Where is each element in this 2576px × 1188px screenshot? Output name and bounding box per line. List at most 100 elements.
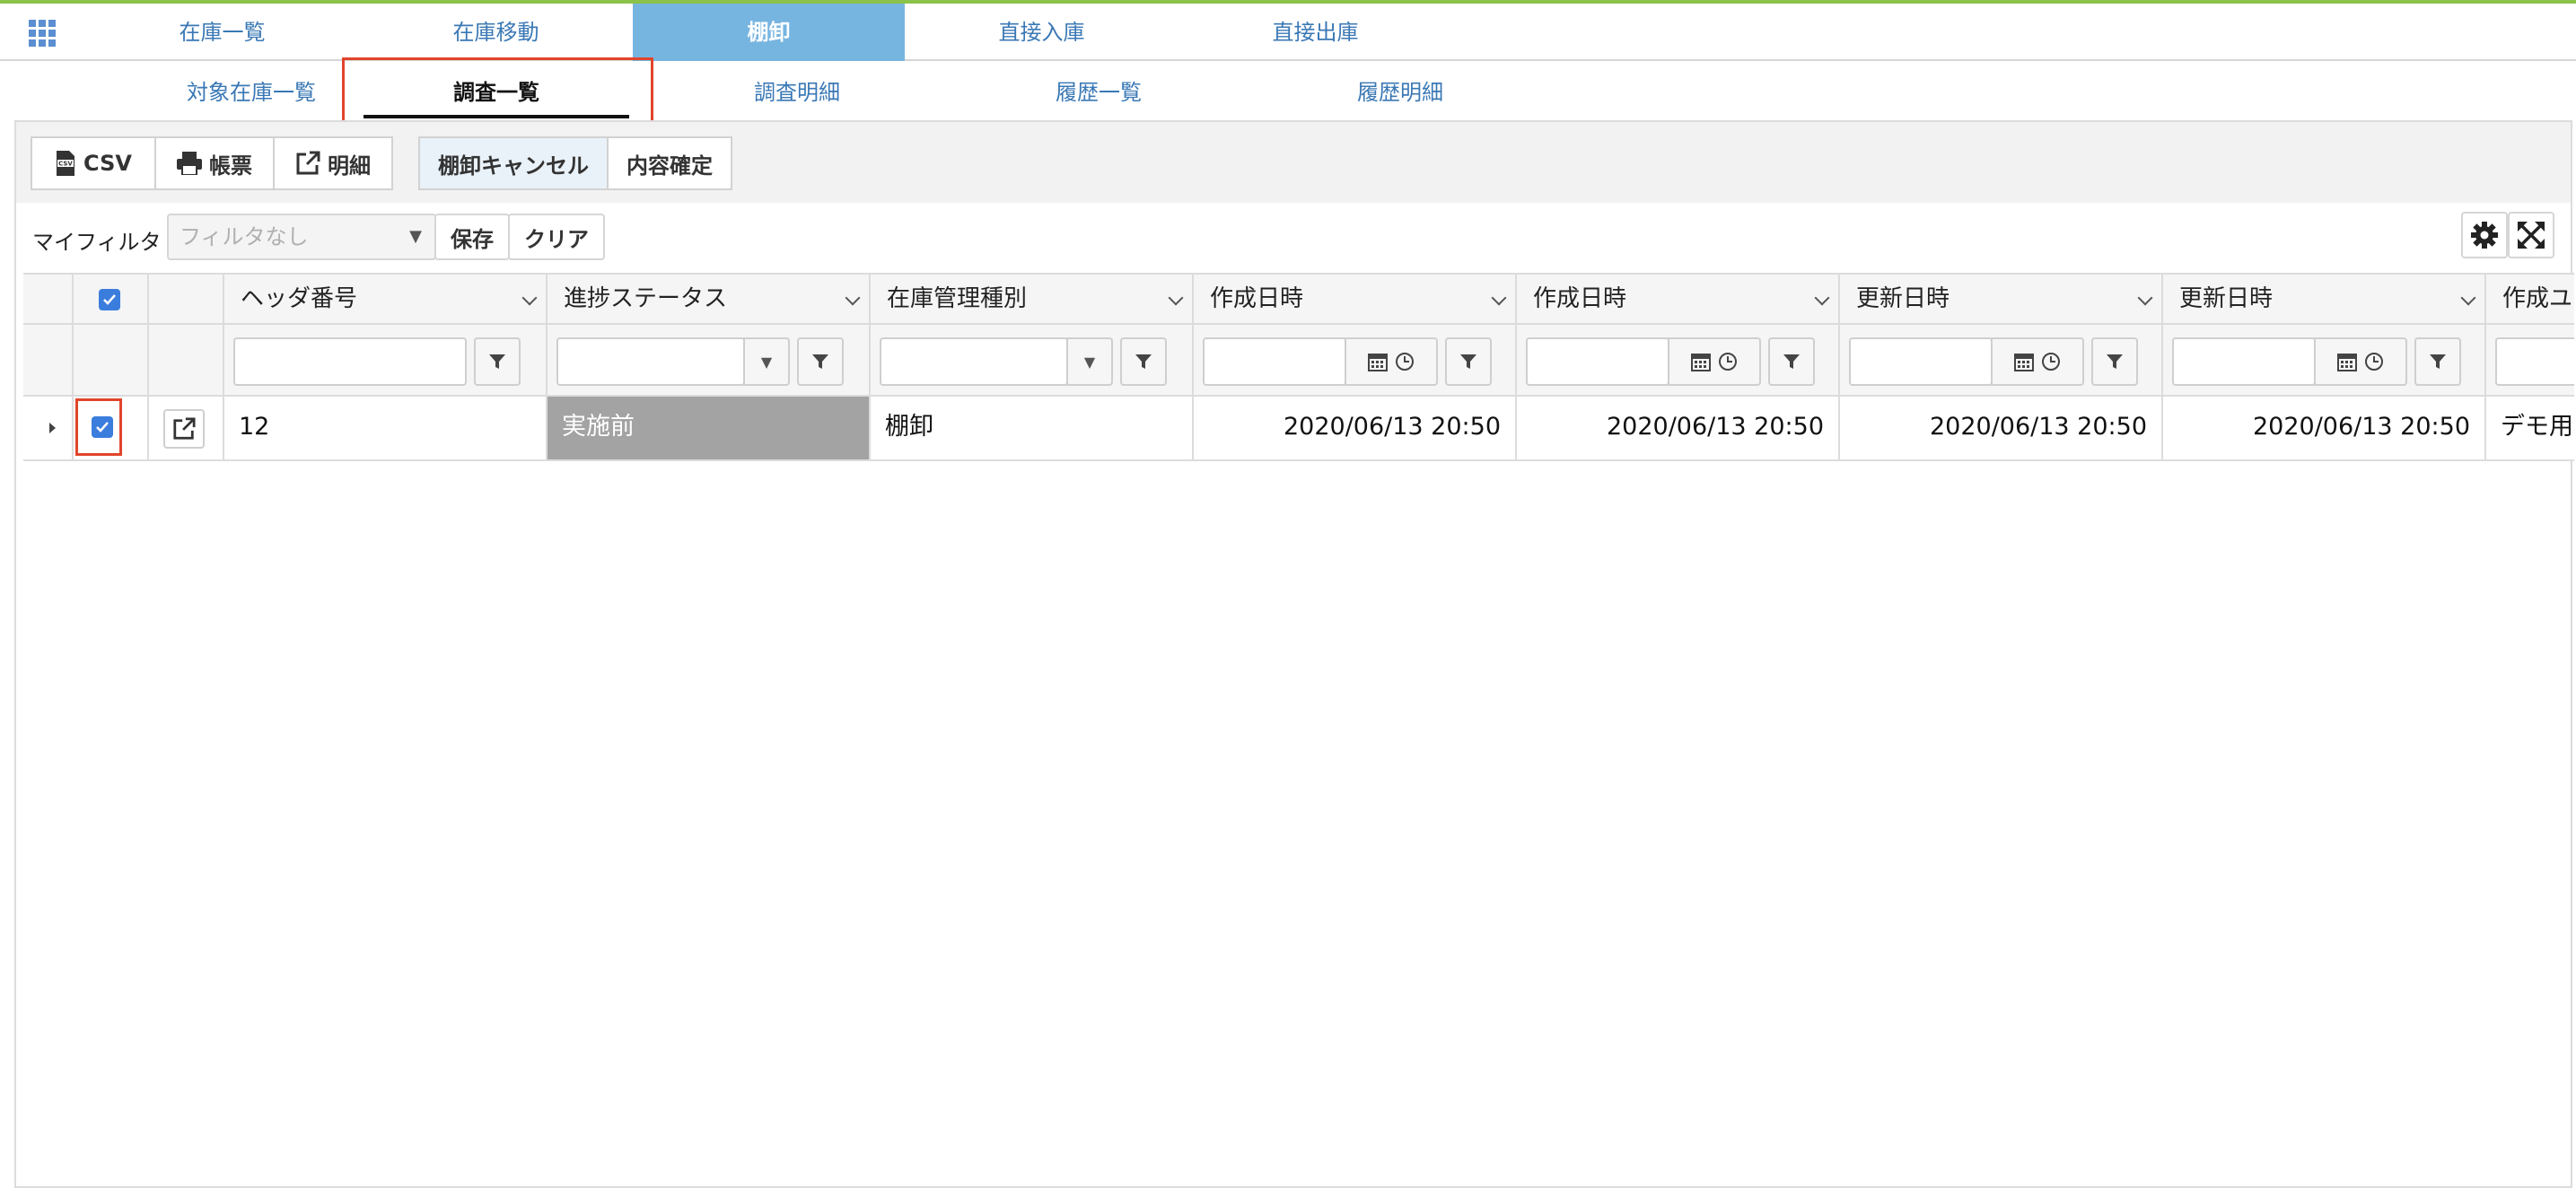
filter-button-stock-type[interactable]	[1120, 337, 1167, 386]
main-nav: 在庫一覧 在庫移動 棚卸 直接入庫 直接出庫	[0, 4, 2576, 61]
col-created-from-label: 作成日時	[1210, 285, 1304, 312]
filter-input-status[interactable]	[556, 337, 745, 386]
filter-input-updated-from[interactable]	[1849, 337, 1993, 386]
clock-icon	[2365, 353, 2383, 371]
col-creator[interactable]: 作成ユ	[2486, 275, 2574, 323]
col-stock-type-label: 在庫管理種別	[887, 285, 1028, 312]
csv-label: CSV	[83, 151, 132, 176]
cell-status: 実施前	[548, 397, 871, 459]
filter-icon	[1783, 354, 1800, 369]
cell-created-to: 2020/06/13 20:50	[1517, 397, 1840, 459]
col-stock-type[interactable]: 在庫管理種別	[871, 275, 1194, 323]
detail-label: 明細	[328, 153, 371, 179]
filter-cell-header-no	[224, 325, 548, 395]
filter-dropdown-stock-type[interactable]: ▼	[1066, 337, 1113, 386]
fullscreen-button[interactable]	[2508, 212, 2554, 258]
csv-button[interactable]: CSV CSV	[31, 136, 156, 190]
col-updated-to-label: 更新日時	[2179, 285, 2274, 312]
detail-button[interactable]: 明細	[273, 136, 393, 190]
filter-expander-cell	[23, 325, 74, 395]
my-filter-label: マイフィルタ	[32, 230, 162, 255]
col-updated-to[interactable]: 更新日時	[2163, 275, 2486, 323]
tab-stock-move[interactable]: 在庫移動	[359, 4, 633, 61]
cell-created-from: 2020/06/13 20:50	[1194, 397, 1517, 459]
calendar-icon	[2014, 354, 2034, 371]
filter-placeholder: フィルタなし	[180, 224, 309, 249]
calendar-icon	[2337, 354, 2357, 371]
printer-icon	[177, 152, 202, 175]
clock-icon	[2042, 353, 2060, 371]
col-status[interactable]: 進捗ステータス	[548, 275, 871, 323]
cell-header-no: 12	[224, 397, 548, 459]
subtab-target-stock[interactable]: 対象在庫一覧	[117, 61, 386, 124]
filter-checkbox-cell	[74, 325, 149, 395]
gear-icon	[2471, 222, 2498, 249]
chevron-down-icon	[845, 290, 861, 306]
my-filter-select[interactable]: フィルタなし ▼	[167, 214, 436, 260]
caret-down-icon: ▼	[760, 353, 773, 371]
filter-input-created-from[interactable]	[1203, 337, 1346, 386]
filter-date-picker-updated-to[interactable]	[2314, 337, 2407, 386]
col-updated-from-label: 更新日時	[1856, 285, 1950, 312]
filter-cell-creator	[2486, 325, 2574, 395]
filter-input-updated-to[interactable]	[2172, 337, 2316, 386]
table-row[interactable]: 12 実施前 棚卸 2020/06/13 20:50 2020/06/13 20…	[23, 397, 2574, 461]
filter-cell-status: ▼	[548, 325, 871, 395]
chevron-down-icon	[2460, 290, 2476, 306]
cell-creator: デモ用…	[2486, 397, 2574, 459]
confirm-content-button[interactable]: 内容確定	[607, 136, 732, 190]
col-header-no[interactable]: ヘッダ番号	[224, 275, 548, 323]
apps-grid-icon[interactable]	[29, 20, 56, 47]
header-checkbox-cell	[74, 275, 149, 323]
filter-cell-created-to	[1517, 325, 1840, 395]
tab-inventory[interactable]: 棚卸	[633, 4, 905, 61]
filter-button-status[interactable]	[797, 337, 844, 386]
subtab-survey-list[interactable]: 調査一覧	[353, 61, 640, 124]
filter-button-header-no[interactable]	[474, 337, 521, 386]
filter-input-creator[interactable]	[2495, 337, 2574, 386]
filter-input-header-no[interactable]	[233, 337, 467, 386]
col-status-label: 進捗ステータス	[564, 285, 728, 312]
external-link-icon	[173, 417, 196, 440]
row-open-detail-button[interactable]	[163, 409, 205, 449]
toolbar: CSV CSV 帳票 明細 棚卸キャンセル 内容確定	[16, 122, 2571, 203]
filter-input-stock-type[interactable]	[880, 337, 1068, 386]
select-all-checkbox[interactable]	[99, 289, 120, 310]
filter-button-updated-to[interactable]	[2414, 337, 2461, 386]
row-checkbox-cell	[74, 397, 149, 459]
tab-direct-in[interactable]: 直接入庫	[905, 4, 1178, 61]
col-updated-from[interactable]: 更新日時	[1840, 275, 2163, 323]
subtab-survey-detail[interactable]: 調査明細	[662, 61, 932, 124]
check-icon	[103, 294, 116, 305]
report-button[interactable]: 帳票	[154, 136, 275, 190]
col-created-from[interactable]: 作成日時	[1194, 275, 1517, 323]
col-created-to[interactable]: 作成日時	[1517, 275, 1840, 323]
chevron-down-icon	[1168, 290, 1184, 306]
filter-date-picker-updated-from[interactable]	[1991, 337, 2084, 386]
filter-date-picker-created-to[interactable]	[1668, 337, 1761, 386]
settings-button[interactable]	[2461, 212, 2508, 258]
clock-icon	[1719, 353, 1737, 371]
filter-button-created-from[interactable]	[1445, 337, 1492, 386]
tab-direct-out[interactable]: 直接出庫	[1178, 4, 1452, 61]
cancel-inventory-button[interactable]: 棚卸キャンセル	[418, 136, 609, 190]
csv-file-icon: CSV	[57, 151, 75, 176]
clock-icon	[1396, 353, 1414, 371]
filter-cell-updated-from	[1840, 325, 2163, 395]
filter-button-updated-from[interactable]	[2091, 337, 2138, 386]
highlight-box-row-checkbox	[75, 398, 122, 456]
filter-clear-button[interactable]: クリア	[508, 214, 605, 260]
filter-button-created-to[interactable]	[1768, 337, 1815, 386]
data-grid: ヘッダ番号 進捗ステータス 在庫管理種別 作成日時 作成日時 更新日時 更新日時…	[23, 273, 2574, 461]
header-link-cell	[149, 275, 224, 323]
filter-save-button[interactable]: 保存	[434, 214, 510, 260]
subtab-history-list[interactable]: 履歴一覧	[964, 61, 1233, 124]
filter-dropdown-status[interactable]: ▼	[743, 337, 790, 386]
filter-input-created-to[interactable]	[1526, 337, 1669, 386]
filter-date-picker-created-from[interactable]	[1345, 337, 1438, 386]
tab-stock-list[interactable]: 在庫一覧	[130, 4, 314, 61]
row-open-cell	[149, 397, 224, 459]
row-expander-cell[interactable]	[23, 397, 74, 459]
cell-stock-type: 棚卸	[871, 397, 1194, 459]
subtab-history-detail[interactable]: 履歴明細	[1266, 61, 1535, 124]
